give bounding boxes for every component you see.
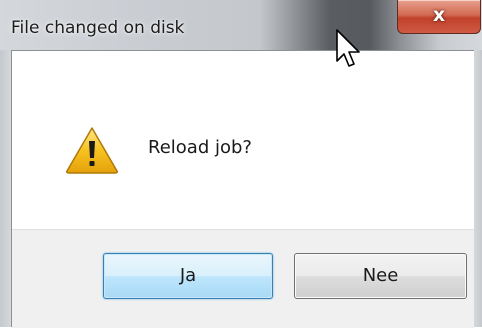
mouse-cursor-icon [336, 29, 360, 67]
no-button[interactable]: Nee [294, 253, 467, 299]
dialog-message: Reload job? [148, 137, 252, 158]
window-frame-left [0, 50, 11, 327]
close-button[interactable]: x [397, 0, 481, 34]
window-title: File changed on disk [11, 18, 185, 38]
yes-button[interactable]: Ja [103, 253, 273, 299]
warning-icon [66, 127, 118, 174]
close-icon: x [432, 4, 446, 26]
title-bar: File changed on disk x [0, 0, 482, 50]
window-frame-right [474, 50, 482, 327]
